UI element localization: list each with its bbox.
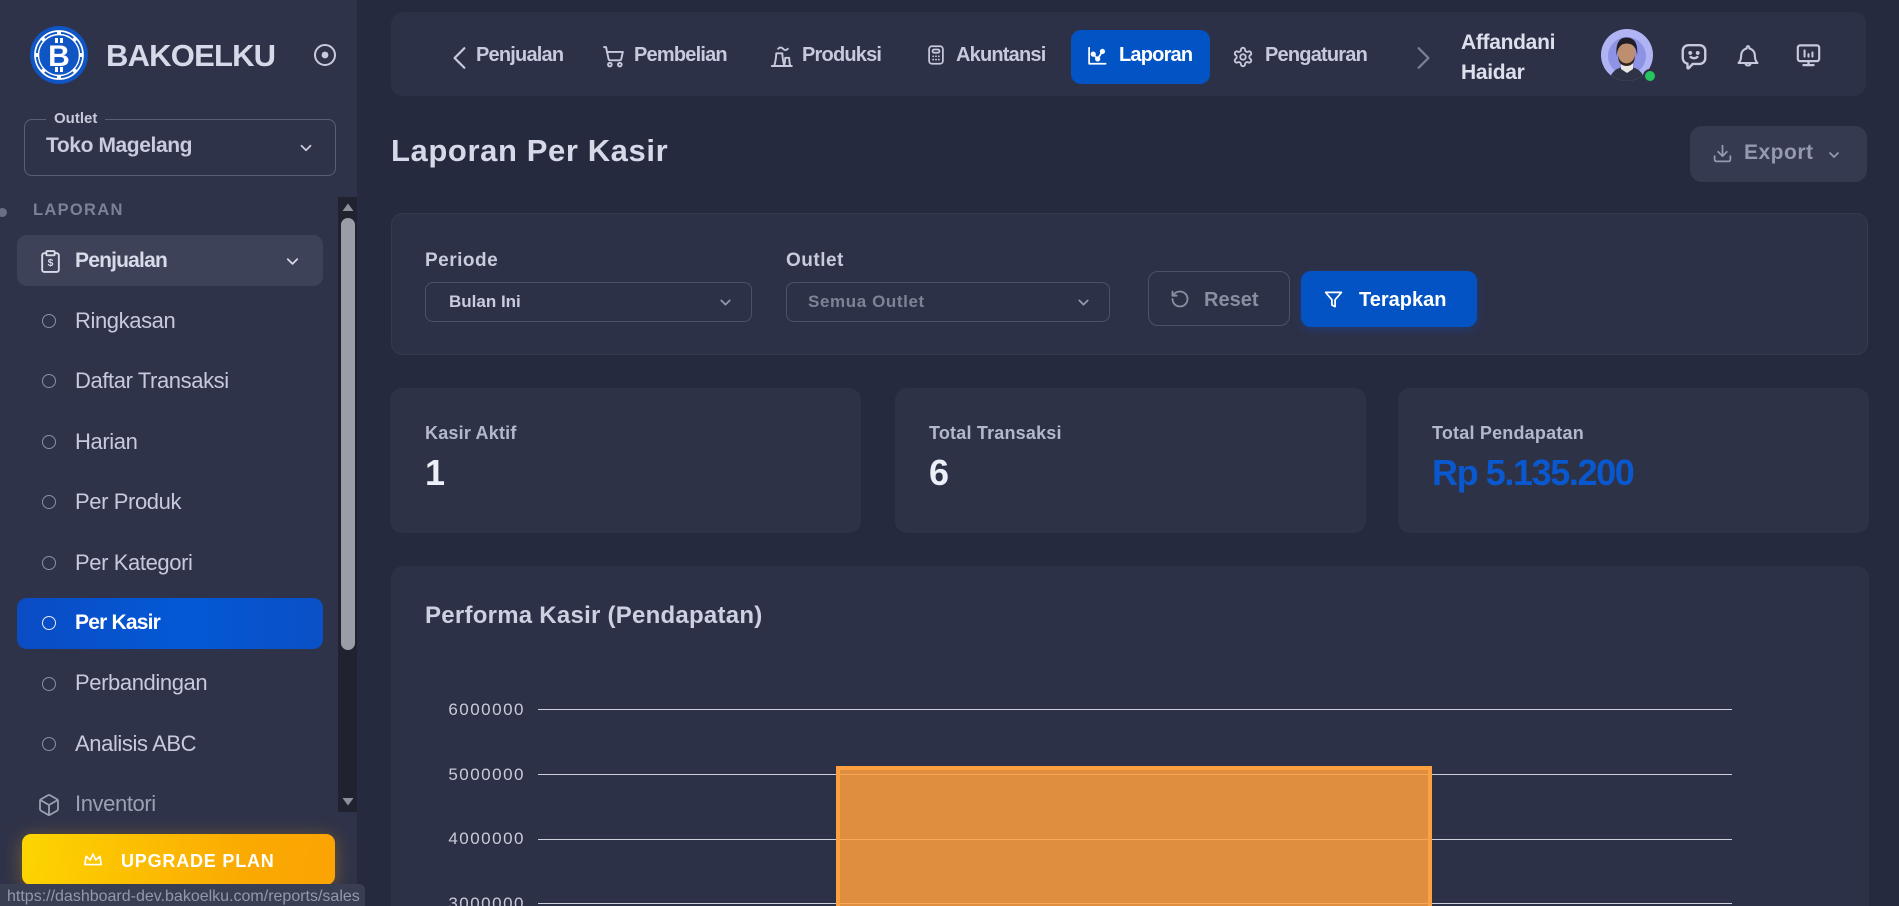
svg-text:B: B (48, 40, 70, 73)
svg-text:$: $ (48, 258, 54, 269)
